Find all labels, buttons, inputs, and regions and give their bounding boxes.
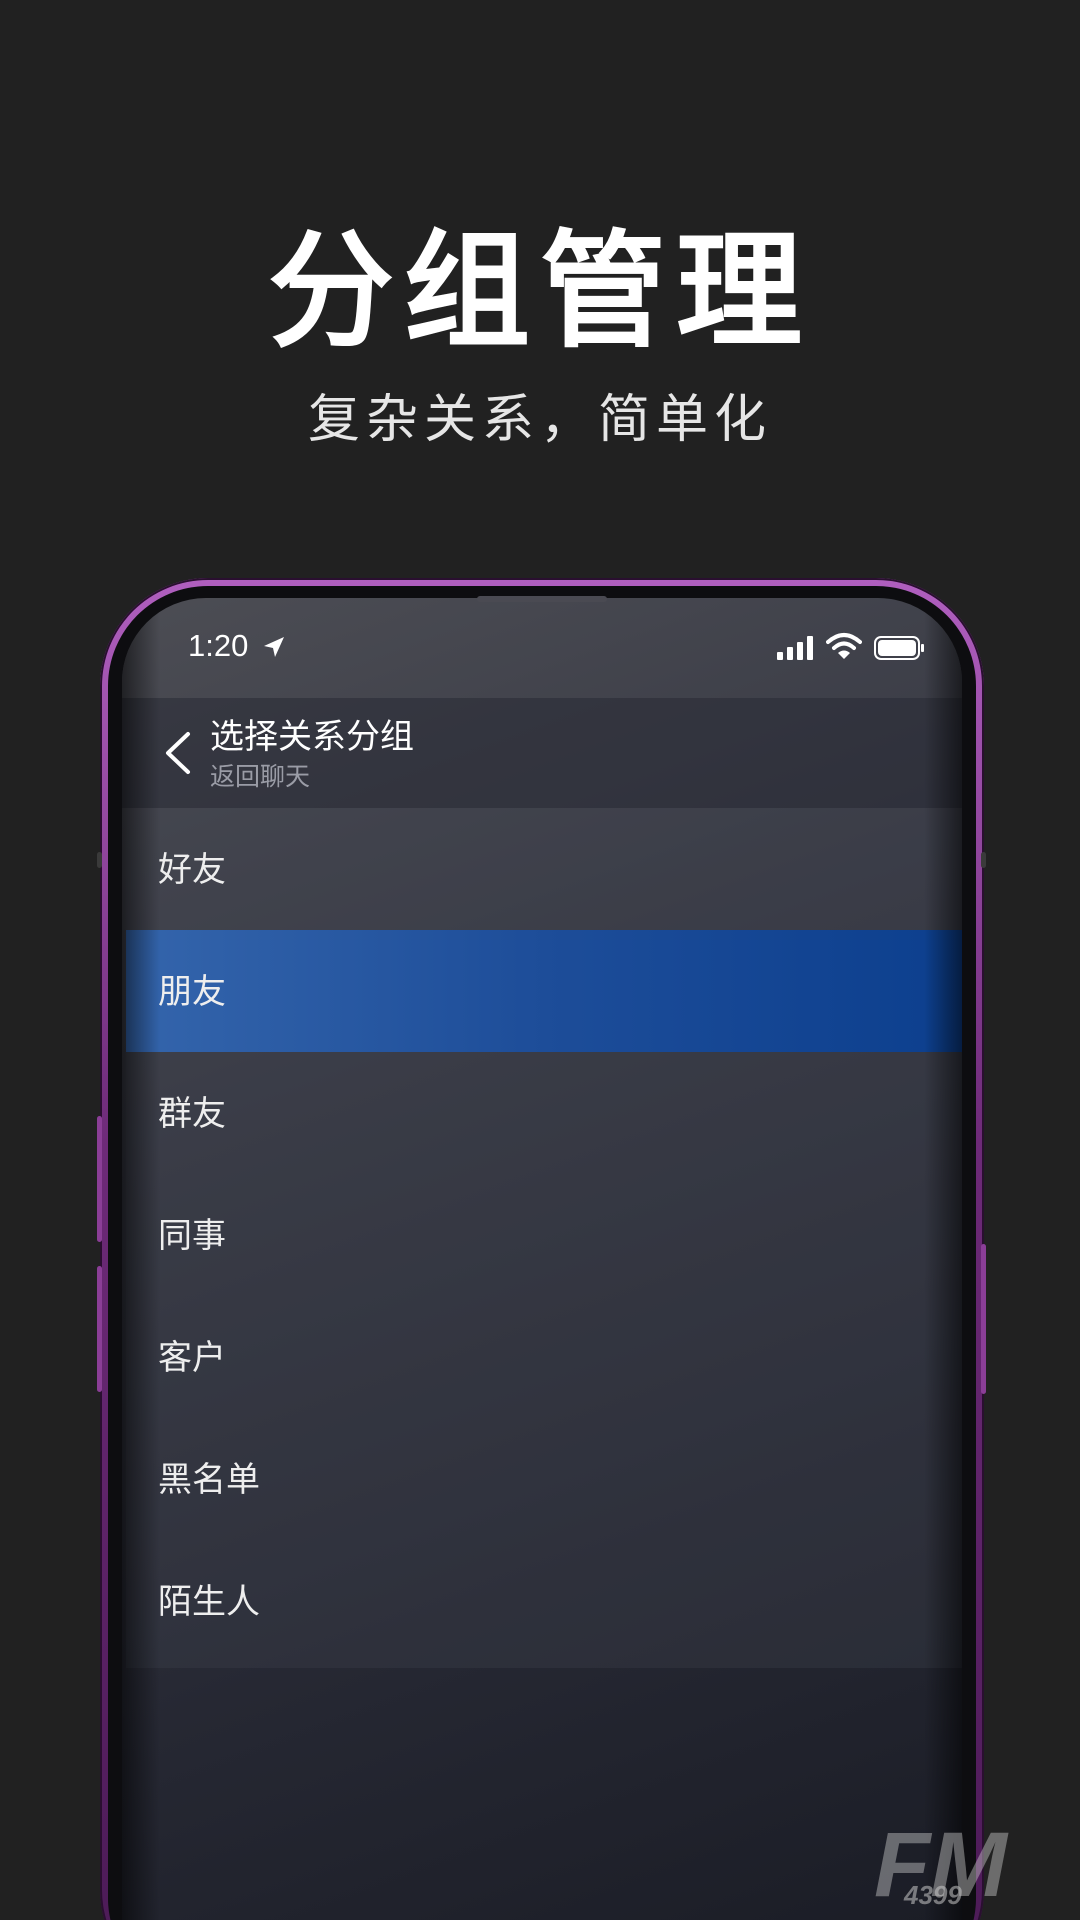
navigation-bar: 选择关系分组 返回聊天 [122, 698, 962, 808]
group-item-label: 朋友 [158, 972, 226, 1012]
status-bar: 1:20 [122, 598, 962, 698]
fm-4399-watermark-logo: FM 4399 [874, 1814, 1009, 1908]
battery-icon [874, 636, 924, 660]
screenshot-page: 分组管理 复杂关系，简单化 1:20 选择关系分组 返回聊天 好友 朋友 群友 … [0, 0, 1080, 1920]
back-to-chat-link[interactable]: 返回聊天 [210, 762, 310, 792]
group-item-label: 同事 [158, 1216, 226, 1256]
chevron-left-icon[interactable] [152, 718, 202, 788]
phone-screen: 1:20 选择关系分组 返回聊天 好友 朋友 群友 同事 客户 黑名单 陌生人 [122, 598, 962, 1920]
group-item-label: 好友 [158, 850, 226, 890]
hero-subtitle: 复杂关系，简单化 [307, 390, 772, 450]
phone-side-button [97, 1116, 102, 1242]
group-item-label: 客户 [158, 1338, 226, 1378]
group-item-pengyou[interactable]: 朋友 [126, 930, 962, 1052]
signal-icon [777, 636, 813, 660]
phone-side-button [97, 1266, 102, 1392]
page-title: 选择关系分组 [210, 717, 414, 757]
wifi-icon [826, 633, 862, 659]
phone-side-button [981, 1244, 986, 1394]
group-item-qunyou[interactable]: 群友 [126, 1052, 962, 1174]
group-item-label: 陌生人 [158, 1582, 260, 1622]
group-item-label: 群友 [158, 1094, 226, 1134]
group-item-tongshi[interactable]: 同事 [126, 1174, 962, 1296]
svg-text:4399: 4399 [903, 1880, 962, 1908]
group-item-heimingdan[interactable]: 黑名单 [126, 1418, 962, 1540]
hero-title: 分组管理 [268, 218, 812, 365]
group-item-label: 黑名单 [158, 1460, 260, 1500]
status-time: 1:20 [188, 628, 249, 663]
relationship-group-list: 好友 朋友 群友 同事 客户 黑名单 陌生人 [126, 808, 962, 1668]
group-item-haoyou[interactable]: 好友 [126, 808, 962, 930]
phone-side-button [981, 852, 986, 868]
phone-side-button [97, 852, 102, 868]
group-item-moshengren[interactable]: 陌生人 [126, 1540, 962, 1662]
group-item-kehu[interactable]: 客户 [126, 1296, 962, 1418]
phone-speaker [477, 596, 607, 602]
location-arrow-icon [264, 637, 284, 657]
